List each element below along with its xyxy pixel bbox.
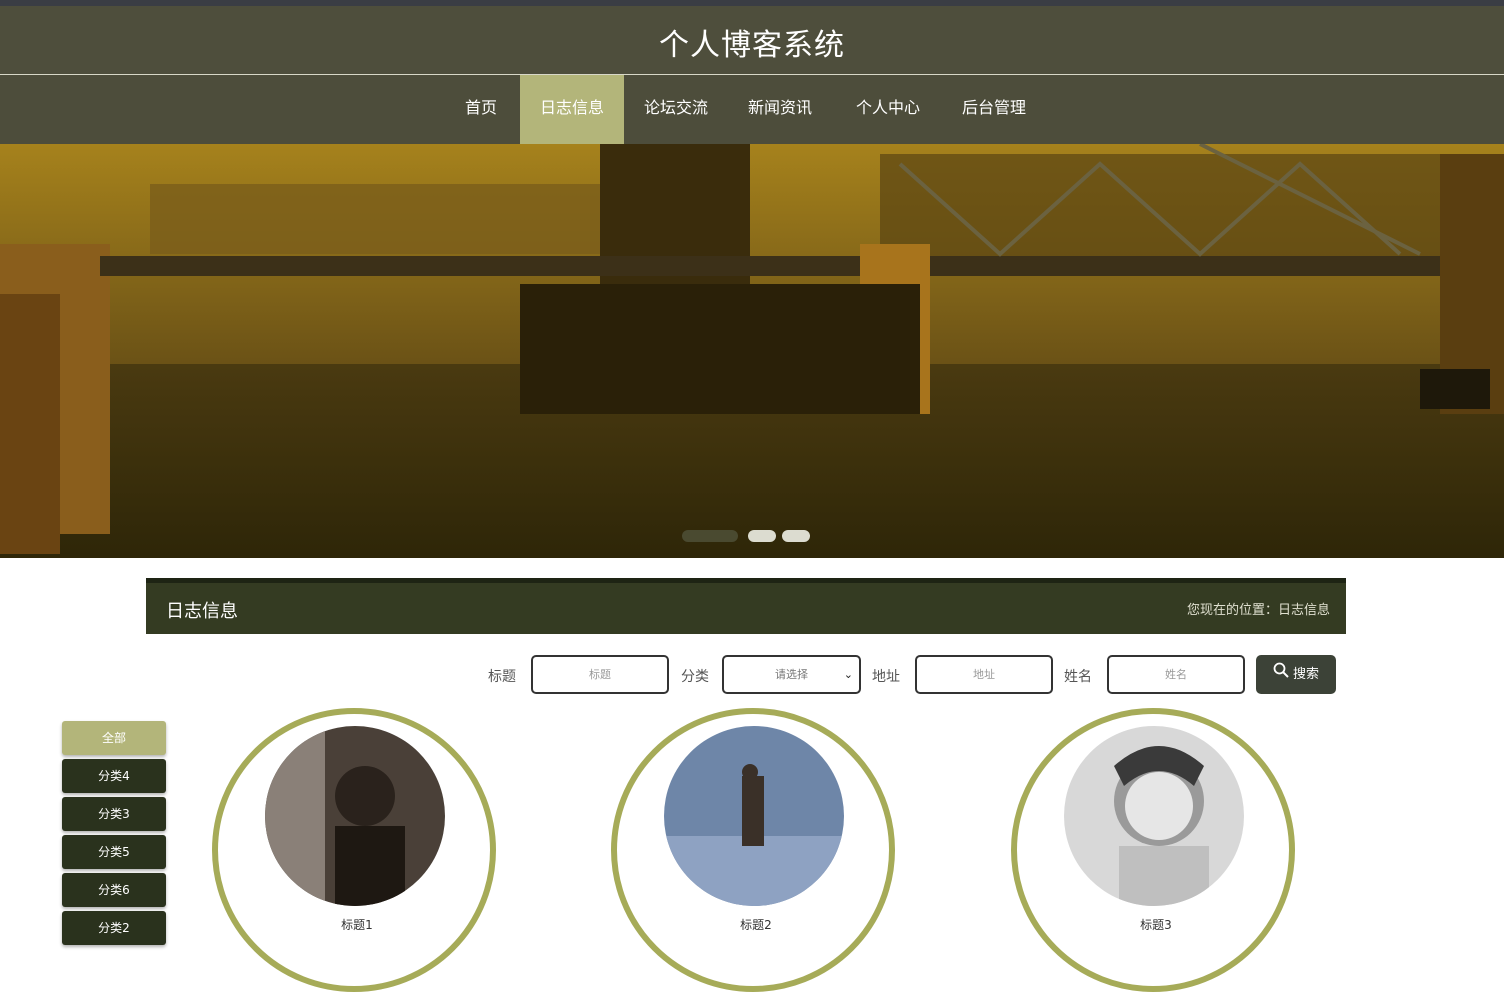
sidebar-item-all[interactable]: 全部	[62, 721, 166, 755]
banner-image	[0, 144, 1504, 558]
title-filter-label: 标题	[488, 669, 516, 685]
site-header: 个人博客系统	[0, 6, 1504, 75]
site-title: 个人博客系统	[659, 28, 845, 63]
card-photo-3[interactable]	[1064, 726, 1244, 906]
card-title-1[interactable]: 标题1	[212, 916, 502, 933]
card-photo-2[interactable]	[664, 726, 844, 906]
sidebar-item-category4[interactable]: 分类4	[62, 759, 166, 793]
section-title: 日志信息	[166, 601, 238, 622]
nav-item-admin[interactable]: 后台管理	[944, 75, 1044, 144]
sidebar-item-category3[interactable]: 分类3	[62, 797, 166, 831]
category-select[interactable]: 请选择 ⌄	[722, 655, 861, 694]
nav-item-news[interactable]: 新闻资讯	[730, 75, 830, 144]
carousel-indicators	[0, 530, 1504, 542]
category-filter-label: 分类	[681, 669, 709, 685]
blog-card-1[interactable]: 标题1	[212, 708, 502, 992]
blog-card-3[interactable]: 标题3	[1011, 708, 1301, 992]
carousel-dot-2[interactable]	[748, 530, 776, 542]
nav-item-profile[interactable]: 个人中心	[838, 75, 938, 144]
name-filter-label: 姓名	[1064, 669, 1092, 685]
title-search-input[interactable]: 标题	[531, 655, 669, 694]
nav-item-forum[interactable]: 论坛交流	[626, 75, 726, 144]
nav-item-diary[interactable]: 日志信息	[520, 75, 624, 144]
card-title-3[interactable]: 标题3	[1011, 916, 1301, 933]
blog-card-2[interactable]: 标题2	[611, 708, 901, 992]
search-icon	[1273, 655, 1289, 694]
address-filter-label: 地址	[872, 669, 900, 685]
search-button-label: 搜索	[1292, 667, 1319, 682]
address-search-input[interactable]: 地址	[915, 655, 1053, 694]
breadcrumb: 您现在的位置：日志信息	[1186, 603, 1330, 618]
nav-item-home[interactable]: 首页	[446, 75, 516, 144]
sidebar-item-category5[interactable]: 分类5	[62, 835, 166, 869]
banner-carousel[interactable]	[0, 144, 1504, 558]
chevron-down-icon: ⌄	[843, 668, 853, 681]
card-photo-1[interactable]	[265, 726, 445, 906]
category-select-value: 请选择	[775, 668, 808, 681]
name-search-input[interactable]: 姓名	[1107, 655, 1245, 694]
search-button[interactable]: 搜索	[1256, 655, 1336, 694]
carousel-dot-1[interactable]	[682, 530, 738, 542]
carousel-dot-3[interactable]	[782, 530, 810, 542]
section-header: 日志信息 您现在的位置：日志信息	[146, 578, 1346, 634]
main-nav: 首页 日志信息 论坛交流 新闻资讯 个人中心 后台管理	[0, 75, 1504, 144]
sidebar-item-category6[interactable]: 分类6	[62, 873, 166, 907]
card-title-2[interactable]: 标题2	[611, 916, 901, 933]
